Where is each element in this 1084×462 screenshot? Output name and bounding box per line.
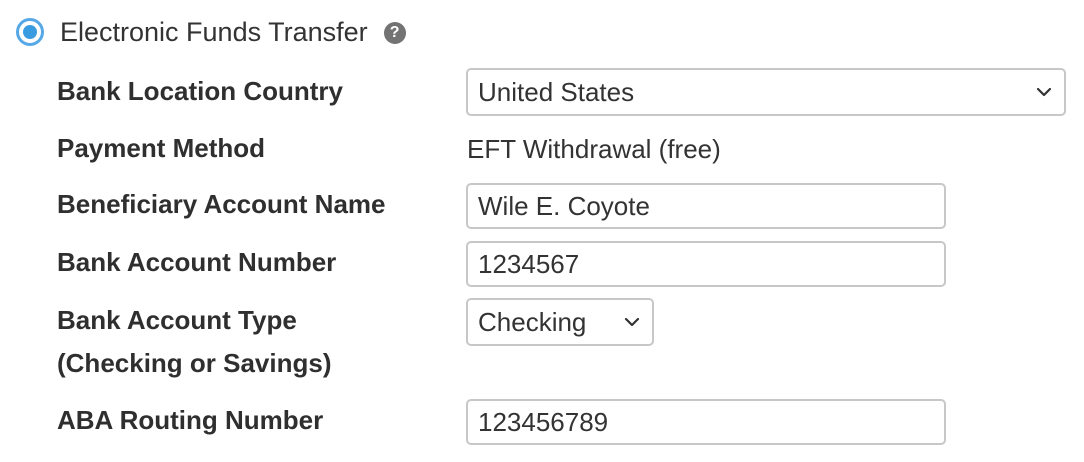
bank-account-type-label: Bank Account Type	[57, 305, 297, 335]
bank-account-type-value: Checking	[478, 306, 587, 337]
bank-account-type-sublabel: (Checking or Savings)	[57, 348, 332, 378]
beneficiary-account-name-label: Beneficiary Account Name	[57, 189, 386, 219]
bank-account-type-select[interactable]: Checking	[466, 298, 654, 346]
question-circle-icon[interactable]: ?	[383, 22, 406, 44]
eft-radio-label[interactable]: Electronic Funds Transfer	[60, 17, 368, 48]
aba-routing-number-label: ABA Routing Number	[57, 405, 324, 435]
bank-account-number-input[interactable]	[466, 241, 946, 287]
eft-radio-button[interactable]	[16, 18, 44, 46]
beneficiary-account-name-input[interactable]	[466, 183, 946, 229]
bank-location-country-value: United States	[478, 76, 635, 107]
eft-radio-option[interactable]: Electronic Funds Transfer ?	[16, 14, 406, 50]
chevron-down-icon	[624, 317, 640, 327]
aba-routing-number-input[interactable]	[466, 399, 946, 445]
bank-location-country-label: Bank Location Country	[57, 76, 344, 106]
payment-method-value: EFT Withdrawal (free)	[467, 134, 721, 164]
bank-location-country-select[interactable]: United States	[466, 68, 1066, 116]
payment-method-label: Payment Method	[57, 133, 266, 163]
radio-selected-dot	[23, 25, 37, 39]
chevron-down-icon	[1036, 87, 1052, 97]
bank-account-number-label: Bank Account Number	[57, 247, 337, 277]
